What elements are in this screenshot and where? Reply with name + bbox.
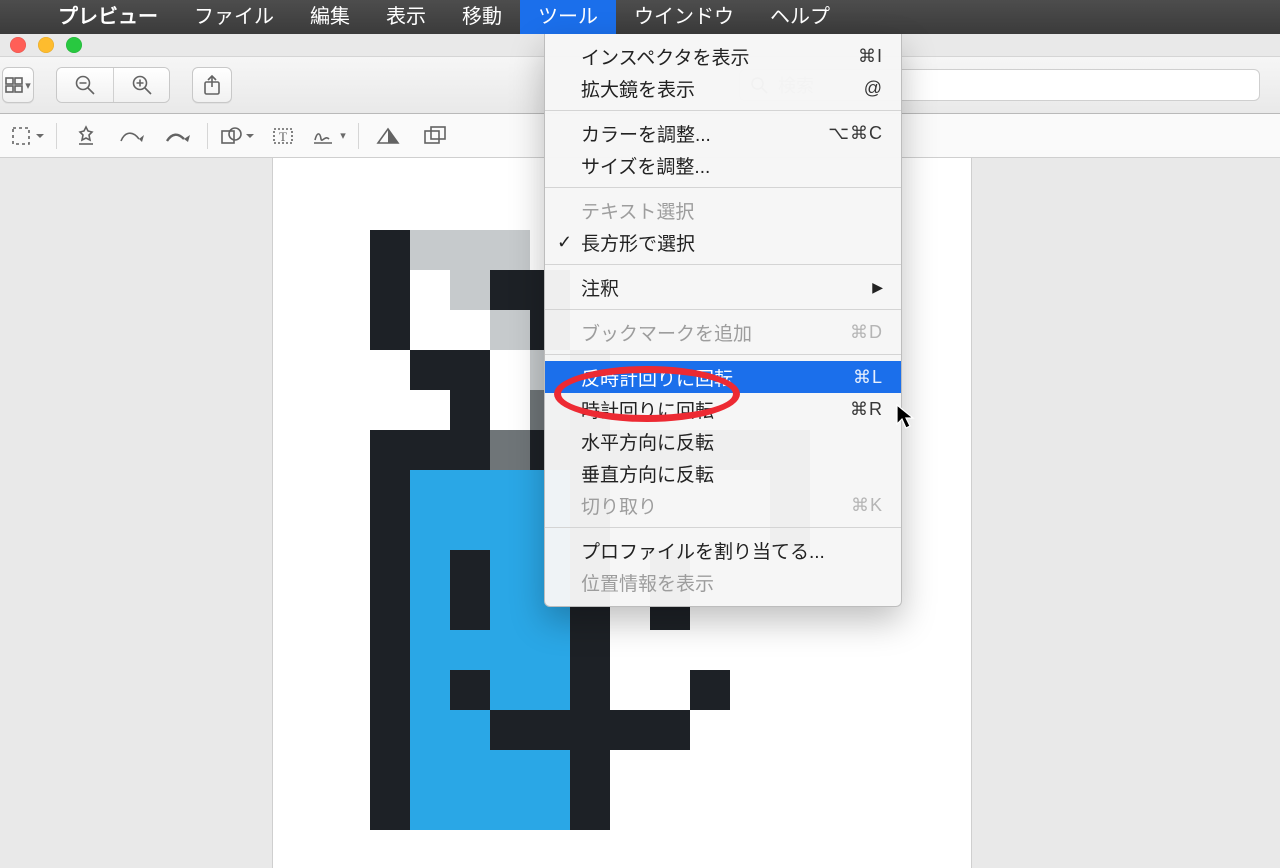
draw-tool[interactable]: [155, 120, 201, 152]
tools-menu-dropdown: インスペクタを表示 ⌘I 拡大鏡を表示 @ カラーを調整... ⌥⌘C サイズを調整... テ…: [544, 34, 902, 607]
menu-item: ブックマークを追加 ⌘D: [545, 316, 901, 348]
menu-item[interactable]: 水平方向に反転: [545, 425, 901, 457]
instant-alpha-tool[interactable]: [63, 120, 109, 152]
menu-item-label: 反時計回りに回転: [581, 364, 733, 391]
zoom-segment: [56, 67, 170, 103]
zoom-window-button[interactable]: [66, 37, 82, 53]
adjust-size-tool[interactable]: [411, 120, 457, 152]
menu-item[interactable]: 注釈: [545, 271, 901, 303]
menu-item-label: ブックマークを追加: [581, 319, 752, 346]
menu-item-label: 時計回りに回転: [581, 396, 714, 423]
menu-item[interactable]: プロファイルを割り当てる...: [545, 534, 901, 566]
menu-item-shortcut: @: [864, 78, 883, 99]
sketch-tool[interactable]: [109, 120, 155, 152]
adjust-color-tool[interactable]: [365, 120, 411, 152]
menu-item: テキスト選択: [545, 194, 901, 226]
menu-item-shortcut: ⌘L: [853, 367, 883, 388]
zoom-in-button[interactable]: [113, 68, 169, 102]
menu-item[interactable]: 拡大鏡を表示 @: [545, 72, 901, 104]
menu-item-label: テキスト選択: [581, 197, 694, 224]
shapes-tool[interactable]: [214, 120, 260, 152]
menu-item-label: 長方形で選択: [581, 229, 695, 256]
minimize-window-button[interactable]: [38, 37, 54, 53]
menu-item-shortcut: ⌘D: [850, 322, 883, 343]
menu-item-shortcut: ⌘R: [850, 399, 883, 420]
menu-file[interactable]: ファイル: [176, 0, 292, 34]
menu-item[interactable]: インスペクタを表示 ⌘I: [545, 40, 901, 72]
menu-item-shortcut: ⌥⌘C: [828, 123, 883, 144]
menu-item[interactable]: 時計回りに回転 ⌘R: [545, 393, 901, 425]
menu-item: 位置情報を表示: [545, 566, 901, 598]
view-mode-dropdown[interactable]: ▾: [2, 67, 34, 103]
menu-help[interactable]: ヘルプ: [752, 0, 848, 34]
menu-separator: [545, 187, 901, 188]
menu-item[interactable]: 垂直方向に反転: [545, 457, 901, 489]
menu-item-label: 切り取り: [581, 492, 657, 519]
menu-go[interactable]: 移動: [444, 0, 520, 34]
menu-item[interactable]: 反時計回りに回転 ⌘L: [545, 361, 901, 393]
sign-tool[interactable]: ▾: [306, 120, 352, 152]
menu-separator: [545, 309, 901, 310]
menu-item: 切り取り ⌘K: [545, 489, 901, 521]
system-menubar: プレビュー ファイル 編集 表示 移動 ツール ウインドウ ヘルプ: [0, 0, 1280, 34]
menu-item-label: カラーを調整...: [581, 120, 711, 147]
menu-separator: [545, 110, 901, 111]
zoom-out-button[interactable]: [57, 68, 113, 102]
menu-item-label: インスペクタを表示: [581, 43, 750, 70]
selection-tool[interactable]: [4, 120, 50, 152]
text-tool[interactable]: T: [260, 120, 306, 152]
menu-tools[interactable]: ツール: [520, 0, 616, 34]
svg-text:T: T: [279, 129, 287, 144]
menu-item-label: 位置情報を表示: [581, 569, 714, 596]
menu-edit[interactable]: 編集: [292, 0, 368, 34]
menu-item-label: 水平方向に反転: [581, 428, 714, 455]
menu-item[interactable]: サイズを調整...: [545, 149, 901, 181]
menu-item-label: プロファイルを割り当てる...: [581, 537, 825, 564]
menu-item-shortcut: ⌘K: [851, 495, 883, 516]
menu-separator: [545, 527, 901, 528]
close-window-button[interactable]: [10, 37, 26, 53]
menu-view[interactable]: 表示: [368, 0, 444, 34]
menu-item[interactable]: 長方形で選択: [545, 226, 901, 258]
menu-item-label: 注釈: [581, 274, 619, 301]
menu-window[interactable]: ウインドウ: [616, 0, 752, 34]
menu-item-shortcut: ⌘I: [858, 46, 883, 67]
menu-separator: [545, 264, 901, 265]
menu-item-label: 垂直方向に反転: [581, 460, 714, 487]
menu-item-label: 拡大鏡を表示: [581, 75, 695, 102]
menu-separator: [545, 354, 901, 355]
share-button[interactable]: [192, 67, 232, 103]
app-name[interactable]: プレビュー: [40, 0, 176, 34]
menu-item-label: サイズを調整...: [581, 152, 710, 179]
menu-item[interactable]: カラーを調整... ⌥⌘C: [545, 117, 901, 149]
